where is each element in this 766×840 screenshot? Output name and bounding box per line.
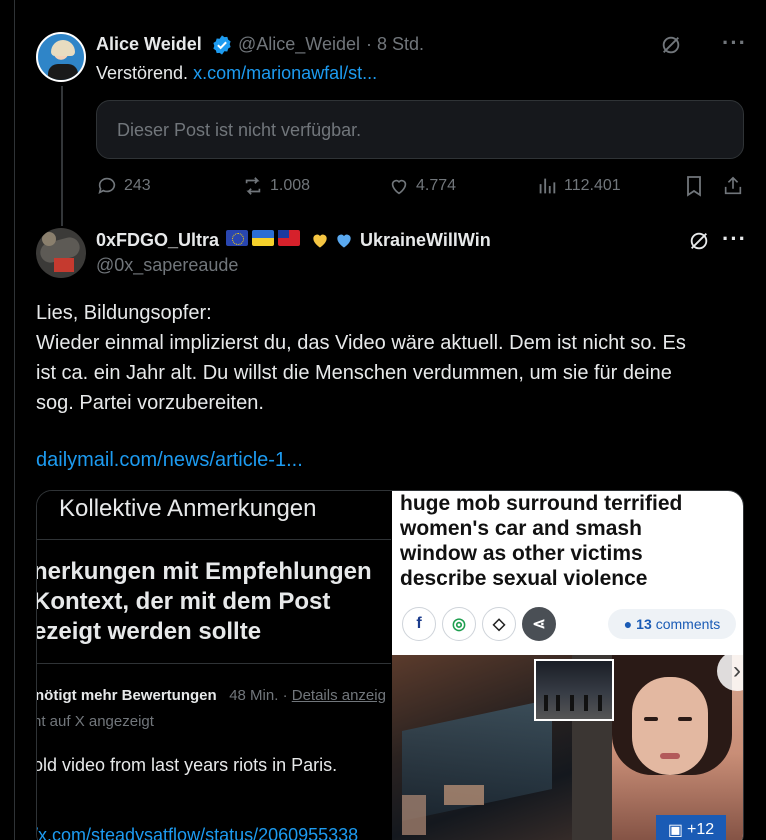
notes-headline-line: Kontext, der mit dem Post bbox=[37, 588, 331, 615]
note-colon: : bbox=[37, 803, 38, 824]
facebook-icon: f bbox=[402, 607, 436, 641]
timeline-border bbox=[14, 0, 15, 840]
post-text-content: Verstörend. bbox=[96, 63, 189, 83]
repost-icon bbox=[245, 177, 261, 195]
photo-shape bbox=[402, 795, 426, 835]
article-headline-line: window as other victims bbox=[400, 542, 643, 565]
article-headline-line: describe sexual violence bbox=[400, 567, 648, 590]
notes-title: Kollektive Anmerkungen bbox=[59, 495, 317, 522]
post-text-line: Lies, Bildungsopfer: bbox=[36, 302, 212, 324]
views-icon bbox=[539, 178, 556, 194]
comments-count: 13 bbox=[636, 616, 652, 632]
quoted-post-unavailable: Dieser Post ist nicht verfügbar. bbox=[96, 100, 744, 159]
comments-pill: ● 13 comments bbox=[608, 609, 736, 639]
taiwan-flag-icon bbox=[278, 230, 300, 246]
views-button[interactable]: 112.401 bbox=[536, 174, 621, 198]
post-link[interactable]: dailymail.com/news/article-1... bbox=[36, 449, 303, 472]
note-status: nötigt mehr Bewertungen bbox=[37, 687, 217, 704]
avatar[interactable] bbox=[36, 228, 86, 278]
avatar-shape bbox=[42, 232, 56, 246]
article-headline-line: huge mob surround terrified bbox=[400, 492, 683, 515]
photo-shape bbox=[632, 677, 708, 775]
author-name[interactable]: 0xFDGO_Ultra bbox=[96, 230, 219, 251]
author-name-suffix[interactable]: UkraineWillWin bbox=[360, 230, 491, 251]
grok-icon[interactable] bbox=[688, 230, 710, 252]
divider bbox=[37, 663, 391, 664]
note-url: /x.com/steadysatflow/status/2060955338 bbox=[37, 825, 359, 840]
like-button[interactable]: 4.774 bbox=[388, 174, 456, 198]
note-meta-dot: · bbox=[282, 687, 288, 704]
blue-heart-icon bbox=[337, 234, 351, 248]
notes-headline: nerkungen mit Empfehlungen Kontext, der … bbox=[37, 557, 372, 647]
author-handle[interactable]: @0x_sapereaude bbox=[96, 255, 238, 276]
news-article-screenshot[interactable]: huge mob surround terrified women's car … bbox=[392, 491, 743, 840]
post-time[interactable]: 8 Std. bbox=[377, 34, 424, 55]
avatar-hair bbox=[51, 40, 75, 56]
photo-shape bbox=[444, 785, 484, 805]
article-headline-line: women's car and smash bbox=[400, 517, 642, 540]
note-subline: nt auf X angezeigt bbox=[37, 713, 154, 730]
view-count: 112.401 bbox=[564, 177, 621, 194]
community-notes-screenshot[interactable]: Kollektive Anmerkungen nerkungen mit Emp… bbox=[37, 491, 391, 840]
post-media[interactable]: Kollektive Anmerkungen nerkungen mit Emp… bbox=[36, 490, 744, 840]
gallery-badge: ▣ +12 bbox=[656, 815, 726, 840]
snapchat-icon: ◇ bbox=[482, 607, 516, 641]
repost-count: 1.008 bbox=[270, 177, 311, 194]
note-meta: nötigt mehr Bewertungen 48 Min. · Detail… bbox=[37, 687, 386, 704]
post-link[interactable]: x.com/marionawfal/st... bbox=[193, 63, 377, 83]
share-icon[interactable] bbox=[722, 175, 744, 197]
note-time: 48 Min. bbox=[229, 687, 279, 704]
heart-icon bbox=[391, 179, 407, 195]
note-text: old video from last years riots in Paris… bbox=[37, 755, 338, 775]
post-text: Lies, Bildungsopfer: Wieder einmal impli… bbox=[36, 298, 756, 418]
post-text-line: sog. Partei vorzubereiten. bbox=[36, 392, 264, 414]
reply-button[interactable]: 243 bbox=[96, 174, 151, 198]
notes-headline-line: ezeigt werden sollte bbox=[37, 618, 262, 645]
comment-bubble-icon: ● bbox=[623, 616, 633, 632]
author-name[interactable]: Alice Weidel bbox=[96, 34, 202, 55]
reply-count: 243 bbox=[124, 177, 151, 194]
street-inset-photo bbox=[534, 659, 614, 721]
eu-flag-icon bbox=[226, 230, 248, 246]
share-network-icon: ⋖ bbox=[522, 607, 556, 641]
verified-badge-icon bbox=[213, 35, 231, 55]
divider bbox=[37, 539, 391, 540]
author-handle[interactable]: @Alice_Weidel bbox=[238, 34, 360, 55]
comments-label: comments bbox=[655, 616, 721, 632]
like-count: 4.774 bbox=[416, 177, 457, 194]
more-options-icon[interactable]: ··· bbox=[722, 226, 747, 252]
yellow-heart-icon bbox=[313, 234, 327, 248]
gallery-count: +12 bbox=[686, 821, 715, 838]
notes-headline-line: nerkungen mit Empfehlungen bbox=[37, 558, 372, 585]
name-emoji-flags bbox=[226, 230, 354, 250]
reply-icon bbox=[98, 177, 116, 194]
article-headline: huge mob surround terrified women's car … bbox=[400, 491, 740, 591]
more-options-icon[interactable]: ··· bbox=[722, 30, 747, 56]
grok-icon[interactable] bbox=[660, 34, 682, 56]
ukraine-flag-icon bbox=[252, 230, 274, 246]
photo-shape bbox=[644, 717, 658, 721]
avatar[interactable] bbox=[36, 32, 86, 82]
note-details-link: Details anzeig bbox=[291, 687, 386, 704]
article-share-row: f ◎ ◇ ⋖ bbox=[402, 607, 556, 641]
thread-connector bbox=[61, 86, 63, 226]
bookmark-icon[interactable] bbox=[684, 175, 704, 197]
meta-separator: · bbox=[366, 34, 372, 54]
post-text: Verstörend. x.com/marionawfal/st... bbox=[96, 63, 377, 84]
post-text-line: ist ca. ein Jahr alt. Du willst die Mens… bbox=[36, 362, 672, 384]
photo-shape bbox=[678, 717, 692, 721]
post-text-line: Wieder einmal implizierst du, das Video … bbox=[36, 332, 686, 354]
gallery-icon: ▣ bbox=[667, 822, 683, 839]
avatar-shirt bbox=[48, 64, 78, 80]
repost-button[interactable]: 1.008 bbox=[242, 174, 310, 198]
whatsapp-icon: ◎ bbox=[442, 607, 476, 641]
avatar-shape bbox=[54, 258, 74, 272]
photo-shape bbox=[660, 753, 680, 759]
